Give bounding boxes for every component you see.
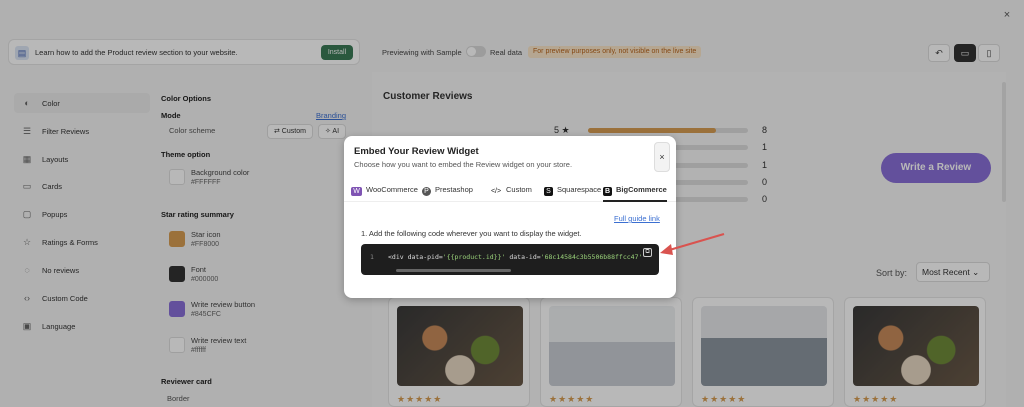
arrow-shaft xyxy=(665,232,725,253)
annotation-arrow xyxy=(660,232,725,255)
arrow-head xyxy=(660,244,673,255)
app-window: × ▤ Learn how to add the Product review … xyxy=(0,0,1024,407)
